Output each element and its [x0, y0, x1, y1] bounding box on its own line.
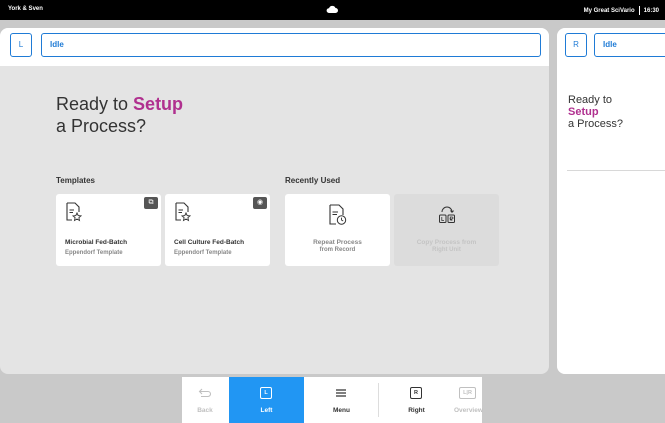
copy-from-unit-icon	[439, 206, 455, 223]
right-unit-button[interactable]: R Right	[379, 377, 454, 423]
card-title: Copy Process from	[416, 239, 477, 246]
heading-prefix: Ready to	[56, 94, 134, 114]
nav-label: Menu	[333, 407, 350, 414]
repeat-process-card[interactable]: Repeat Process from Record	[285, 194, 390, 266]
card-title: Repeat Process	[313, 239, 362, 246]
back-button[interactable]: Back	[182, 377, 228, 423]
right-unit-content: Ready to Setup a Process?	[557, 66, 665, 374]
cell-icon: ◉	[253, 197, 267, 209]
nav-label: Back	[197, 407, 213, 414]
right-key-icon: R	[410, 387, 422, 399]
right-unit-panel: R Idle Ready to Setup a Process?	[557, 28, 665, 374]
right-unit-header: R Idle	[557, 28, 665, 66]
clock: 16:30	[643, 8, 659, 15]
overview-key-icon: L|R	[459, 387, 476, 399]
menu-button[interactable]: Menu	[304, 377, 379, 423]
card-title: Microbial Fed-Batch	[65, 239, 128, 246]
device-info: My Great SciVario 16:30	[584, 6, 659, 15]
document-star-icon	[66, 202, 82, 222]
document-star-icon	[175, 202, 191, 222]
recently-used-label: Recently Used	[285, 176, 341, 185]
left-unit-status[interactable]: Idle	[41, 33, 541, 57]
divider	[567, 170, 665, 171]
document-clock-icon	[329, 204, 347, 225]
left-unit-header: L Idle	[0, 28, 549, 66]
overview-button[interactable]: L|R Overview	[454, 377, 483, 423]
heading-line2: a Process?	[56, 116, 147, 136]
card-subtitle: Eppendorf Template	[65, 250, 123, 256]
heading-line3: a Process?	[568, 118, 624, 130]
heading-line1: Ready to	[568, 94, 613, 106]
left-unit-panel: L Idle Ready to Setup a Process? Templat…	[0, 28, 549, 374]
nav-label: Overview	[454, 407, 483, 414]
template-card-cell-culture[interactable]: ◉ Cell Culture Fed-Batch Eppendorf Templ…	[165, 194, 270, 266]
back-arrow-icon	[198, 388, 212, 398]
left-unit-button[interactable]: L Left	[229, 377, 304, 423]
user-names: York & Sven	[8, 6, 43, 12]
setup-heading: Ready to Setup a Process?	[56, 93, 183, 137]
right-setup-heading: Ready to Setup a Process?	[568, 94, 623, 130]
copy-process-card[interactable]: Copy Process from Right Unit	[394, 194, 499, 266]
right-unit-badge[interactable]: R	[565, 33, 587, 57]
card-subtitle: Right Unit	[432, 247, 461, 253]
template-card-microbial[interactable]: ⧉ Microbial Fed-Batch Eppendorf Template	[56, 194, 161, 266]
right-unit-status[interactable]: Idle	[594, 33, 665, 57]
cloud-icon	[326, 5, 338, 13]
device-name: My Great SciVario	[583, 8, 635, 15]
card-subtitle: Eppendorf Template	[174, 250, 232, 256]
heading-highlight: Setup	[133, 94, 184, 114]
templates-label: Templates	[56, 176, 95, 185]
heading-highlight: Setup	[568, 106, 599, 118]
status-bar: York & Sven My Great SciVario 16:30	[0, 0, 665, 20]
nav-label: Right	[408, 407, 425, 414]
left-unit-badge[interactable]: L	[10, 33, 32, 57]
card-title: Cell Culture Fed-Batch	[174, 239, 245, 246]
menu-icon	[336, 389, 346, 397]
divider	[638, 6, 640, 15]
nav-label: Left	[260, 407, 273, 414]
bottom-navigation: Back L Left Menu R Right L|R Overview	[182, 377, 483, 423]
card-subtitle: from Record	[319, 247, 356, 253]
left-key-icon: L	[260, 387, 272, 399]
bacteria-icon: ⧉	[144, 197, 158, 209]
